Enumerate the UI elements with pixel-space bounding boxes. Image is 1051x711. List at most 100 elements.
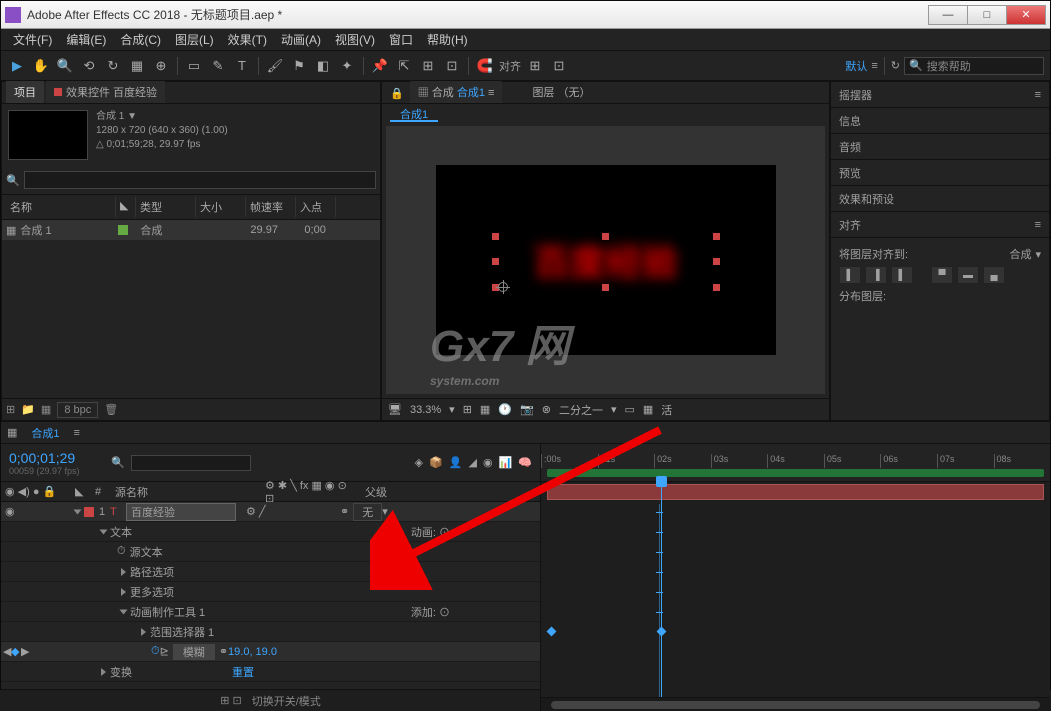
pen-tool[interactable]: ✎: [208, 56, 228, 76]
time-icon[interactable]: 🕐: [498, 403, 512, 416]
track-area[interactable]: [541, 482, 1050, 697]
align-right[interactable]: ▌: [891, 266, 913, 284]
eraser-tool[interactable]: ◧: [313, 56, 333, 76]
minimize-button[interactable]: —: [928, 5, 968, 25]
current-time-indicator[interactable]: [661, 482, 662, 697]
tab-layer[interactable]: 图层 （无）: [524, 81, 598, 103]
brush-tool[interactable]: 🖌: [265, 56, 285, 76]
motion-blur-icon[interactable]: ◉: [483, 456, 493, 469]
comp-mini-flowchart-icon[interactable]: ◈: [415, 456, 423, 469]
anchor-point-icon[interactable]: [496, 280, 510, 294]
graph-icon[interactable]: 📊: [499, 456, 513, 469]
link-icon[interactable]: ⚭: [219, 645, 228, 658]
snapshot-icon[interactable]: 📷: [520, 403, 534, 416]
rotate-tool[interactable]: ↻: [103, 56, 123, 76]
animate-menu-icon[interactable]: ⊙: [439, 527, 450, 539]
timecode-display[interactable]: 0;00;01;29 00059 (29.97 fps): [1, 446, 111, 480]
bpc-button[interactable]: 8 bpc: [57, 402, 98, 418]
menu-animation[interactable]: 动画(A): [275, 29, 327, 50]
zoom-dropdown[interactable]: 33.3%: [410, 404, 441, 416]
type-tool[interactable]: T: [232, 56, 252, 76]
panel-wiggler[interactable]: 摇摆器≡: [831, 82, 1049, 108]
dimension-link-icon[interactable]: ⊵: [160, 645, 169, 658]
frame-blend-icon[interactable]: ◢: [469, 456, 477, 469]
align-vcenter[interactable]: ▬: [957, 266, 979, 284]
comp-viewer[interactable]: 百度经验: [386, 126, 825, 394]
puppet-tool[interactable]: 📌: [370, 56, 390, 76]
panel-align[interactable]: 对齐≡: [831, 212, 1049, 238]
align-top[interactable]: ▀: [931, 266, 953, 284]
align-left[interactable]: ▌: [839, 266, 861, 284]
workspace-menu[interactable]: 默认: [845, 58, 867, 74]
label-swatch[interactable]: [118, 225, 128, 235]
prop-animator-row[interactable]: 动画制作工具 1 添加: ⊙: [1, 602, 540, 622]
prop-range-row[interactable]: 范围选择器 1: [1, 622, 540, 642]
local-axis[interactable]: ⇱: [394, 56, 414, 76]
help-search[interactable]: 🔍 搜索帮助: [904, 57, 1044, 75]
menu-window[interactable]: 窗口: [383, 29, 419, 50]
channel-icon[interactable]: ⊗: [542, 403, 551, 416]
align-to-dropdown[interactable]: 合成: [1009, 246, 1031, 262]
stopwatch-active-icon[interactable]: ⏱: [151, 645, 160, 658]
menu-help[interactable]: 帮助(H): [421, 29, 474, 50]
project-search-input[interactable]: [24, 171, 376, 189]
panel-preview[interactable]: 预览: [831, 160, 1049, 186]
workspace-menu-icon[interactable]: ≡: [871, 60, 877, 72]
roi-icon[interactable]: ▭: [624, 403, 634, 416]
tab-comp[interactable]: ▦ 合成 合成1 ≡: [410, 81, 503, 103]
time-ruler[interactable]: :00s 01s 02s 03s 04s 05s 06s 07s 08s: [541, 444, 1050, 482]
align-bottom[interactable]: ▄: [983, 266, 1005, 284]
reset-link[interactable]: 重置: [232, 664, 254, 680]
hand-tool[interactable]: ✋: [31, 56, 51, 76]
menu-layer[interactable]: 图层(L): [169, 29, 220, 50]
transparency-icon[interactable]: ▦: [643, 403, 653, 416]
tab-project[interactable]: 项目: [6, 81, 44, 103]
parent-dropdown[interactable]: 无: [353, 503, 382, 521]
resolution-dropdown[interactable]: 二分之一: [559, 402, 603, 418]
snap-icon[interactable]: 🧲: [475, 56, 495, 76]
keyframe-icon[interactable]: [547, 627, 557, 637]
tab-effect-controls[interactable]: 效果控件 百度经验: [46, 81, 165, 103]
menu-view[interactable]: 视图(V): [329, 29, 381, 50]
twirl-icon[interactable]: [74, 509, 82, 514]
brainiac-icon[interactable]: 🧠: [518, 456, 532, 469]
grid-icon[interactable]: ⊞: [463, 403, 472, 416]
prop-text-row[interactable]: 文本 动画: ⊙: [1, 522, 540, 542]
menu-edit[interactable]: 编辑(E): [60, 29, 112, 50]
sync-icon[interactable]: ↻: [891, 59, 900, 72]
prop-blur-row[interactable]: ◀ ◆ ▶ ⏱ ⊵ 模糊 ⚭ 19.0, 19.0: [1, 642, 540, 662]
prop-path-row[interactable]: 路径选项: [1, 562, 540, 582]
camera-tool[interactable]: ▦: [127, 56, 147, 76]
toggle-switches-button[interactable]: 切换开关/模式: [252, 693, 321, 709]
view-axis[interactable]: ⊡: [442, 56, 462, 76]
roto-tool[interactable]: ✦: [337, 56, 357, 76]
selection-bounds[interactable]: [496, 237, 716, 287]
camera-dropdown[interactable]: 活: [661, 402, 672, 418]
work-area-bar[interactable]: [547, 469, 1044, 477]
close-button[interactable]: ✕: [1006, 5, 1046, 25]
timeline-tab[interactable]: 合成1: [23, 422, 67, 444]
new-folder-icon[interactable]: 📁: [21, 403, 35, 416]
trash-icon[interactable]: 🗑: [104, 403, 118, 416]
snapping-label[interactable]: 对齐: [499, 58, 521, 74]
timeline-scrollbar[interactable]: [541, 697, 1050, 711]
menu-effect[interactable]: 效果(T): [222, 29, 273, 50]
project-item-row[interactable]: ▦ 合成 1 合成 29.97 0;00: [2, 220, 380, 240]
comp-thumbnail[interactable]: [8, 110, 88, 160]
interpret-icon[interactable]: ⊞: [6, 403, 15, 416]
monitor-icon[interactable]: 🖥: [388, 403, 402, 416]
comp-subtab[interactable]: 合成1: [390, 104, 438, 122]
align-hcenter[interactable]: ▐: [865, 266, 887, 284]
layer-duration-bar[interactable]: [547, 484, 1044, 500]
layer-row[interactable]: ◉ 1 T 百度经验 ⚙ ╱ ⚭ 无▾: [1, 502, 540, 522]
timeline-search-input[interactable]: [131, 455, 251, 471]
panel-effects[interactable]: 效果和预设: [831, 186, 1049, 212]
mask-icon[interactable]: ▦: [480, 403, 490, 416]
toggle-switches-icon[interactable]: ⊞ ⊡: [220, 694, 242, 707]
zoom-tool[interactable]: 🔍: [55, 56, 75, 76]
snap-opt1[interactable]: ⊞: [525, 56, 545, 76]
add-menu-icon[interactable]: ⊙: [439, 607, 450, 619]
rectangle-tool[interactable]: ▭: [184, 56, 204, 76]
snap-opt2[interactable]: ⊡: [549, 56, 569, 76]
blur-value[interactable]: 19.0, 19.0: [228, 646, 277, 658]
